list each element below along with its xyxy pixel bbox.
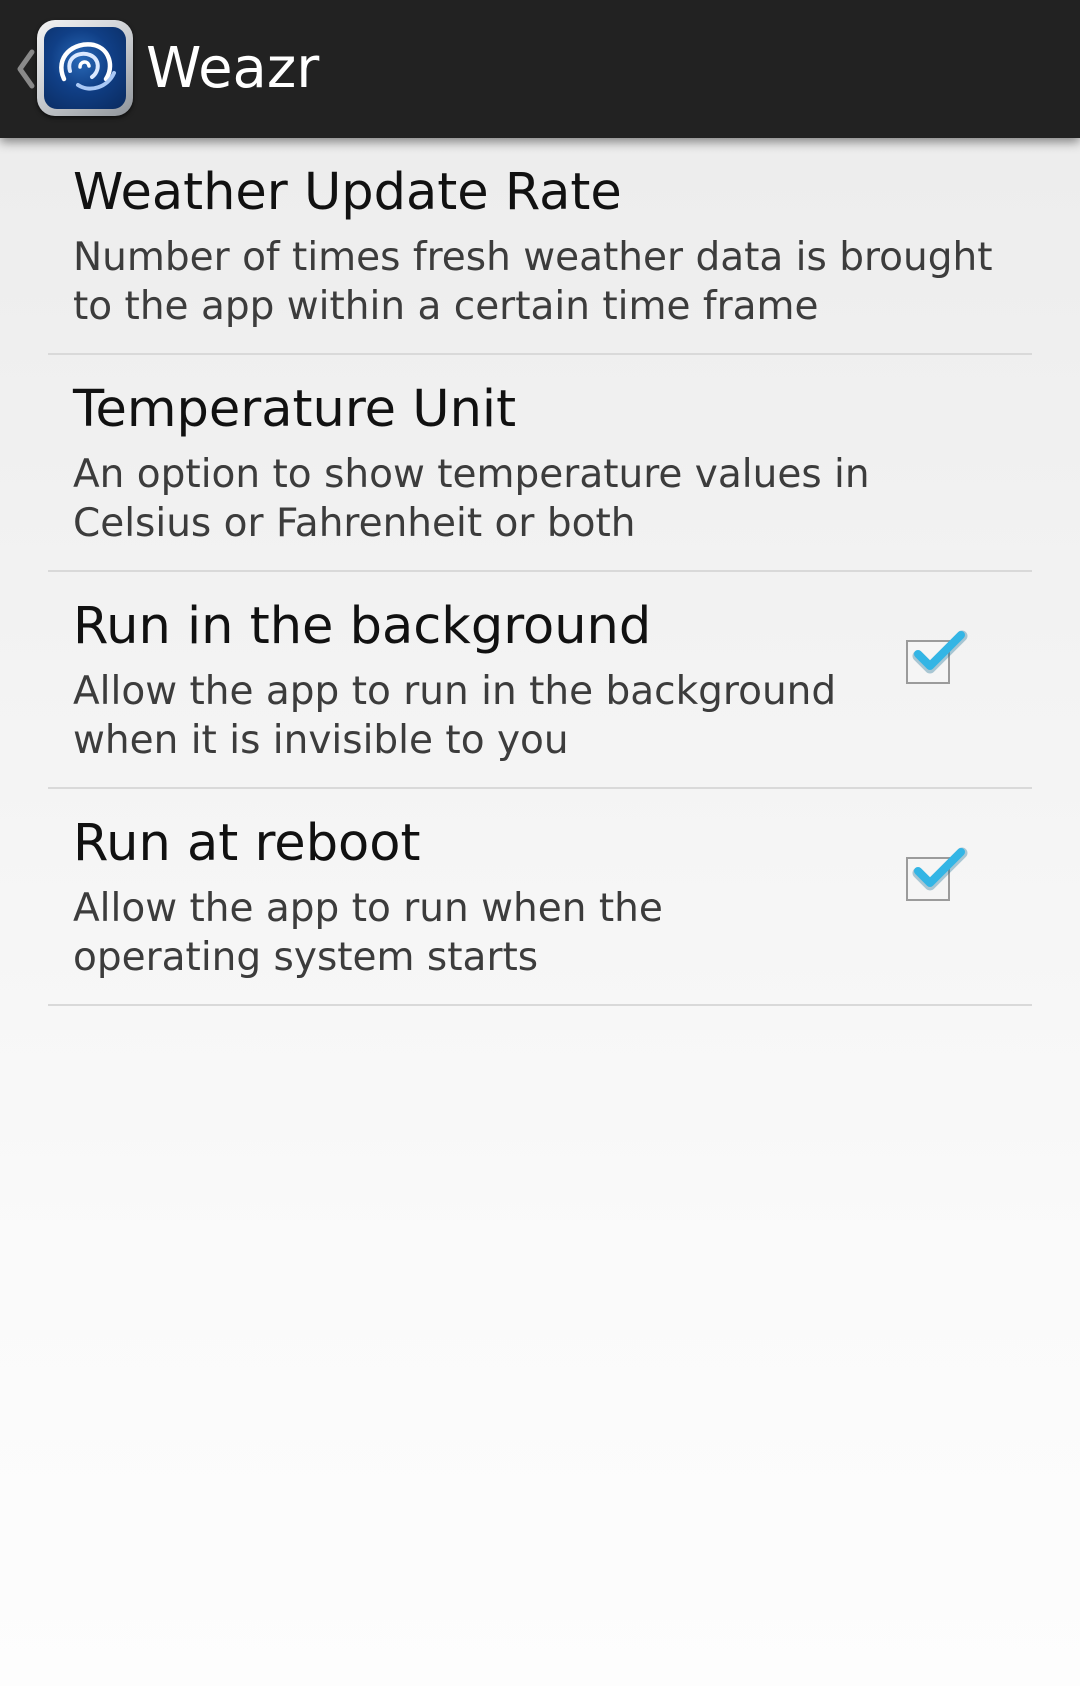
preference-list: Weather Update Rate Number of times fres… <box>0 138 1080 1006</box>
checkmark-icon <box>912 847 968 891</box>
divider <box>48 1004 1032 1006</box>
pref-title: Run in the background <box>73 597 652 656</box>
pref-temperature-unit[interactable]: Temperature Unit An option to show tempe… <box>0 355 1080 572</box>
pref-summary: Allow the app to run in the background w… <box>73 669 837 763</box>
pref-weather-update-rate[interactable]: Weather Update Rate Number of times fres… <box>0 138 1080 355</box>
run-in-background-checkbox[interactable] <box>906 630 968 692</box>
app-logo-icon <box>37 20 133 116</box>
pref-summary: Number of times fresh weather data is br… <box>73 235 993 329</box>
back-chevron-icon <box>17 49 35 89</box>
pref-summary: Allow the app to run when the operating … <box>73 886 663 980</box>
pref-run-at-reboot[interactable]: Run at reboot Allow the app to run when … <box>0 789 1080 1006</box>
app-title: Weazr <box>146 36 320 101</box>
pref-title: Run at reboot <box>73 814 421 873</box>
checkmark-icon <box>912 630 968 674</box>
pref-run-in-background[interactable]: Run in the background Allow the app to r… <box>0 572 1080 789</box>
run-at-reboot-checkbox[interactable] <box>906 847 968 909</box>
pref-title: Temperature Unit <box>73 380 517 439</box>
pref-summary: An option to show temperature values in … <box>73 452 870 546</box>
action-bar: Weazr <box>0 0 1080 138</box>
pref-title: Weather Update Rate <box>73 163 622 222</box>
